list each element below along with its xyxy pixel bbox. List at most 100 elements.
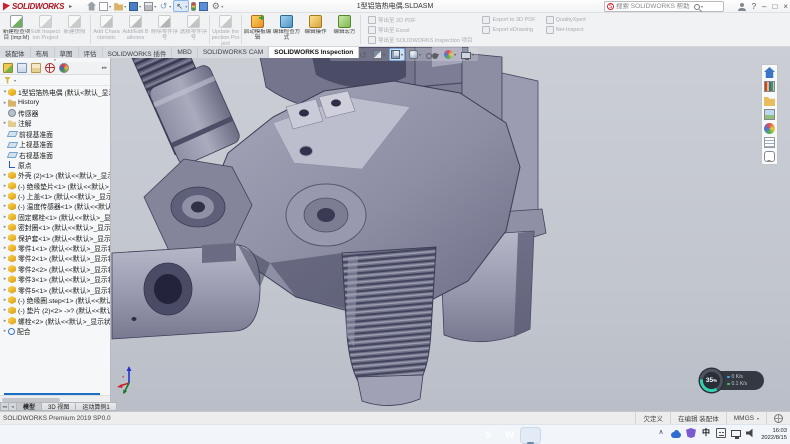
tab-评估[interactable]: 评估	[79, 47, 103, 58]
appearances-scenes-tab[interactable]	[764, 123, 775, 134]
mail-button[interactable]	[352, 427, 373, 444]
open-caret-icon[interactable]: ▾	[124, 4, 126, 9]
edit-macro-button[interactable]: 编辑宏方	[330, 13, 359, 46]
tree-item[interactable]: ▸零件1<1> (默认<<默认>_显示状态	[2, 243, 110, 253]
expand-icon[interactable]: ▸	[2, 100, 8, 106]
display-style-caret-icon[interactable]: ▾	[419, 52, 421, 57]
expand-icon[interactable]: ▸	[2, 183, 8, 189]
root-expand-icon[interactable]: ▾	[2, 89, 8, 95]
tree-item[interactable]: ▸零件3<1> (默认<<默认>_显示状态	[2, 274, 110, 284]
close-button[interactable]: ×	[783, 0, 788, 13]
edit-operation-button[interactable]: 编辑操作	[301, 13, 330, 46]
undo-caret-icon[interactable]: ▾	[169, 4, 171, 9]
task-view-button[interactable]	[289, 427, 310, 444]
tab-scroll-first-icon[interactable]: ◂◂	[0, 402, 8, 411]
expand-icon[interactable]: ▸	[2, 255, 8, 261]
tab-scroll-left-icon[interactable]: ◂	[8, 402, 16, 411]
qualityxpert-button[interactable]: QualityXpert	[546, 16, 586, 24]
hide-show-items-button[interactable]: ▾	[425, 48, 440, 61]
tab-布局[interactable]: 布局	[31, 47, 55, 58]
resources-tab[interactable]	[764, 67, 775, 78]
expand-icon[interactable]: ▸	[2, 266, 8, 272]
expand-icon[interactable]: ▸	[2, 307, 8, 313]
rebuild-button[interactable]	[190, 0, 197, 12]
tree-item[interactable]: ▸(-) 上盖<1> (默认<<默认>_显示状态	[2, 191, 110, 201]
select-button[interactable]: ↖▾	[173, 0, 189, 12]
filter-icon[interactable]	[4, 77, 11, 84]
app-logo[interactable]: SOLIDWORKS ▸	[0, 2, 72, 11]
new-document-caret-icon[interactable]: ▾	[109, 4, 111, 9]
expand-icon[interactable]: ▸	[2, 203, 8, 209]
tree-item[interactable]: ▸螺栓<2> (默认<<默认>_显示状态	[2, 316, 110, 326]
feature-manager-tab[interactable]	[3, 63, 13, 73]
section-view-caret-icon[interactable]: ▾	[383, 52, 385, 57]
tab-solidworks-inspection[interactable]: SOLIDWORKS Inspection	[269, 47, 359, 58]
input-mode-tray-icon[interactable]	[716, 428, 726, 438]
tree-horizontal-scrollbar[interactable]	[0, 395, 110, 402]
tree-item[interactable]: ▸保护套<1> (默认<<默认>_显示状态	[2, 232, 110, 242]
widgets-button[interactable]	[20, 428, 41, 444]
remove-balloons-button[interactable]: 移除零件序号	[150, 13, 179, 46]
search-button[interactable]	[268, 427, 289, 444]
tree-item[interactable]: ▸配合	[2, 326, 110, 336]
ime-tray-icon[interactable]: 中	[701, 428, 711, 438]
tree-item[interactable]: ▸(-) 绝缘垫片<1> (默认<<默认>_显示	[2, 181, 110, 191]
add-edit-balloons-button[interactable]: Add/Edit Balloons	[121, 13, 150, 46]
expand-icon[interactable]: ▸	[2, 318, 8, 324]
print-button[interactable]: ▾	[143, 0, 157, 12]
search-caret-icon[interactable]: ▾	[701, 4, 703, 9]
section-view-button[interactable]: ▾	[372, 48, 386, 61]
view-orientation-caret-icon[interactable]: ▾	[401, 52, 403, 57]
custom-properties-tab[interactable]	[764, 137, 775, 148]
tree-item[interactable]: ▸零件5<1> (默认<<默认>_显示状态	[2, 284, 110, 294]
expand-icon[interactable]: ▸	[2, 297, 8, 303]
search-box[interactable]: S ▾	[604, 1, 724, 12]
filter-caret-icon[interactable]: ▾	[14, 78, 16, 83]
file-properties-button[interactable]	[198, 0, 209, 12]
wps-button[interactable]: W	[499, 427, 520, 444]
dimxpert-manager-tab[interactable]	[45, 63, 55, 73]
view-palette-tab[interactable]	[764, 109, 775, 120]
view-settings-button[interactable]: ▾	[460, 48, 475, 61]
edit-inspection-method-button[interactable]: 编辑检查方式	[272, 13, 301, 46]
tab-草图[interactable]: 草图	[55, 47, 79, 58]
forum-tab[interactable]	[764, 151, 775, 162]
tree-item[interactable]: ▸History	[2, 97, 110, 107]
file-explorer-tab[interactable]	[764, 95, 775, 106]
tree-item[interactable]: ▸零件2<2> (默认<<默认>_显示状态	[2, 264, 110, 274]
expand-icon[interactable]: ▸	[2, 214, 8, 220]
search-scope-icon[interactable]: S	[607, 3, 614, 10]
login-icon[interactable]	[738, 3, 746, 11]
save-caret-icon[interactable]: ▾	[139, 4, 141, 9]
display-tray-icon[interactable]	[731, 430, 741, 437]
performance-monitor-widget[interactable]: 35% 0 K/s 0.1 K/s	[700, 369, 764, 392]
tree-item[interactable]: 前视基准面	[2, 129, 110, 139]
taskbar-clock[interactable]: 16:03 2022/8/15	[761, 428, 787, 442]
launch-template-editor-button[interactable]: 启动模板编辑	[243, 13, 272, 46]
search-input[interactable]	[616, 3, 694, 10]
undo-button[interactable]: ↺▾	[158, 0, 172, 12]
tab-solidworks-插件[interactable]: SOLIDWORKS 插件	[103, 47, 173, 58]
net-inspect-button[interactable]: Net-Inspect	[546, 26, 586, 34]
expand-icon[interactable]: ▸	[2, 287, 8, 293]
start-button[interactable]	[247, 427, 268, 444]
tab-装配体[interactable]: 装配体	[0, 47, 31, 58]
tree-item[interactable]: 传感器	[2, 108, 110, 118]
expand-icon[interactable]: ▸	[2, 235, 8, 241]
tree-item[interactable]: 上视基准面	[2, 139, 110, 149]
hide-show-items-caret-icon[interactable]: ▾	[437, 52, 439, 57]
expand-icon[interactable]: ▸	[2, 120, 8, 126]
bottom-tab-3d-视图[interactable]: 3D 视图	[41, 402, 75, 411]
expand-icon[interactable]: ▸	[2, 276, 8, 282]
export-excel-button[interactable]: 导出至 Excel	[368, 26, 472, 34]
graphics-area[interactable]	[110, 47, 790, 411]
search-icon[interactable]	[694, 4, 700, 10]
export-edrawing-button[interactable]: Export eDrawing	[482, 26, 535, 34]
new-inspection-project-button[interactable]: 新建检查项目 (imp:M)	[2, 13, 31, 46]
save-button[interactable]: ▾	[128, 0, 142, 12]
options-button[interactable]: ⚙▾	[210, 0, 224, 12]
app-blue-button[interactable]	[457, 427, 478, 444]
tab-solidworks-cam[interactable]: SOLIDWORKS CAM	[198, 47, 269, 58]
update-inspection-project-button[interactable]: Update Inspection Project	[211, 13, 240, 46]
select-caret-icon[interactable]: ▾	[185, 4, 187, 9]
